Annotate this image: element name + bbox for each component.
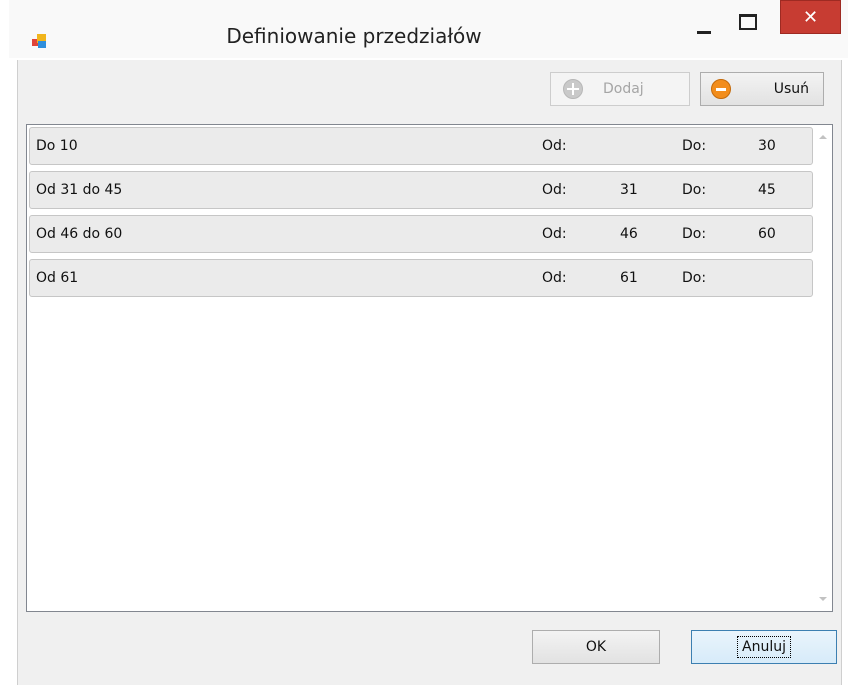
range-row[interactable]: Od 46 do 60 Od: 46 Do: 60 xyxy=(29,215,813,253)
od-value[interactable]: 61 xyxy=(620,270,638,286)
do-value[interactable]: 30 xyxy=(758,138,776,154)
do-label: Do: xyxy=(682,226,707,242)
do-value[interactable]: 60 xyxy=(758,226,776,242)
dialog-window: Definiowanie przedziałów ✕ Dodaj Usuń Do… xyxy=(9,0,848,685)
range-name: Od 61 xyxy=(36,270,79,286)
minimize-button[interactable] xyxy=(691,0,717,50)
delete-button-label: Usuń xyxy=(773,81,809,97)
range-name: Od 31 do 45 xyxy=(36,182,123,198)
range-name: Do 10 xyxy=(36,138,78,154)
dialog-client-area: Dodaj Usuń Do 10 Od: Do: 30 Od 31 do 45 … xyxy=(17,60,842,685)
cancel-button[interactable]: Anuluj xyxy=(691,630,837,664)
od-value[interactable]: 31 xyxy=(620,182,638,198)
vertical-scrollbar[interactable] xyxy=(813,125,832,611)
maximize-icon xyxy=(739,14,757,30)
minus-circle-icon xyxy=(711,79,731,99)
maximize-button[interactable] xyxy=(733,0,763,50)
title-bar[interactable]: Definiowanie przedziałów ✕ xyxy=(9,0,848,58)
od-value[interactable]: 46 xyxy=(620,226,638,242)
delete-button[interactable]: Usuń xyxy=(700,72,824,106)
plus-circle-icon xyxy=(563,79,583,99)
ok-button-label: OK xyxy=(585,639,607,655)
od-label: Od: xyxy=(542,138,567,154)
scroll-down-arrow-icon[interactable] xyxy=(819,597,827,601)
range-row[interactable]: Od 61 Od: 61 Do: xyxy=(29,259,813,297)
do-label: Do: xyxy=(682,138,707,154)
add-button-label: Dodaj xyxy=(603,81,644,97)
cancel-button-label: Anuluj xyxy=(737,636,791,658)
ranges-list[interactable]: Do 10 Od: Do: 30 Od 31 do 45 Od: 31 Do: … xyxy=(26,124,833,612)
range-row[interactable]: Do 10 Od: Do: 30 xyxy=(29,127,813,165)
range-name: Od 46 do 60 xyxy=(36,226,123,242)
toolbar: Dodaj Usuń xyxy=(18,60,841,118)
close-button[interactable]: ✕ xyxy=(780,0,841,34)
window-title: Definiowanie przedziałów xyxy=(226,24,482,48)
od-label: Od: xyxy=(542,182,567,198)
do-label: Do: xyxy=(682,270,707,286)
add-button[interactable]: Dodaj xyxy=(550,72,690,106)
ok-button[interactable]: OK xyxy=(532,630,660,664)
do-value[interactable]: 45 xyxy=(758,182,776,198)
scroll-up-arrow-icon[interactable] xyxy=(819,135,827,139)
minimize-icon xyxy=(697,30,711,34)
range-row[interactable]: Od 31 do 45 Od: 31 Do: 45 xyxy=(29,171,813,209)
od-label: Od: xyxy=(542,270,567,286)
od-label: Od: xyxy=(542,226,567,242)
do-label: Do: xyxy=(682,182,707,198)
close-icon: ✕ xyxy=(802,6,819,28)
